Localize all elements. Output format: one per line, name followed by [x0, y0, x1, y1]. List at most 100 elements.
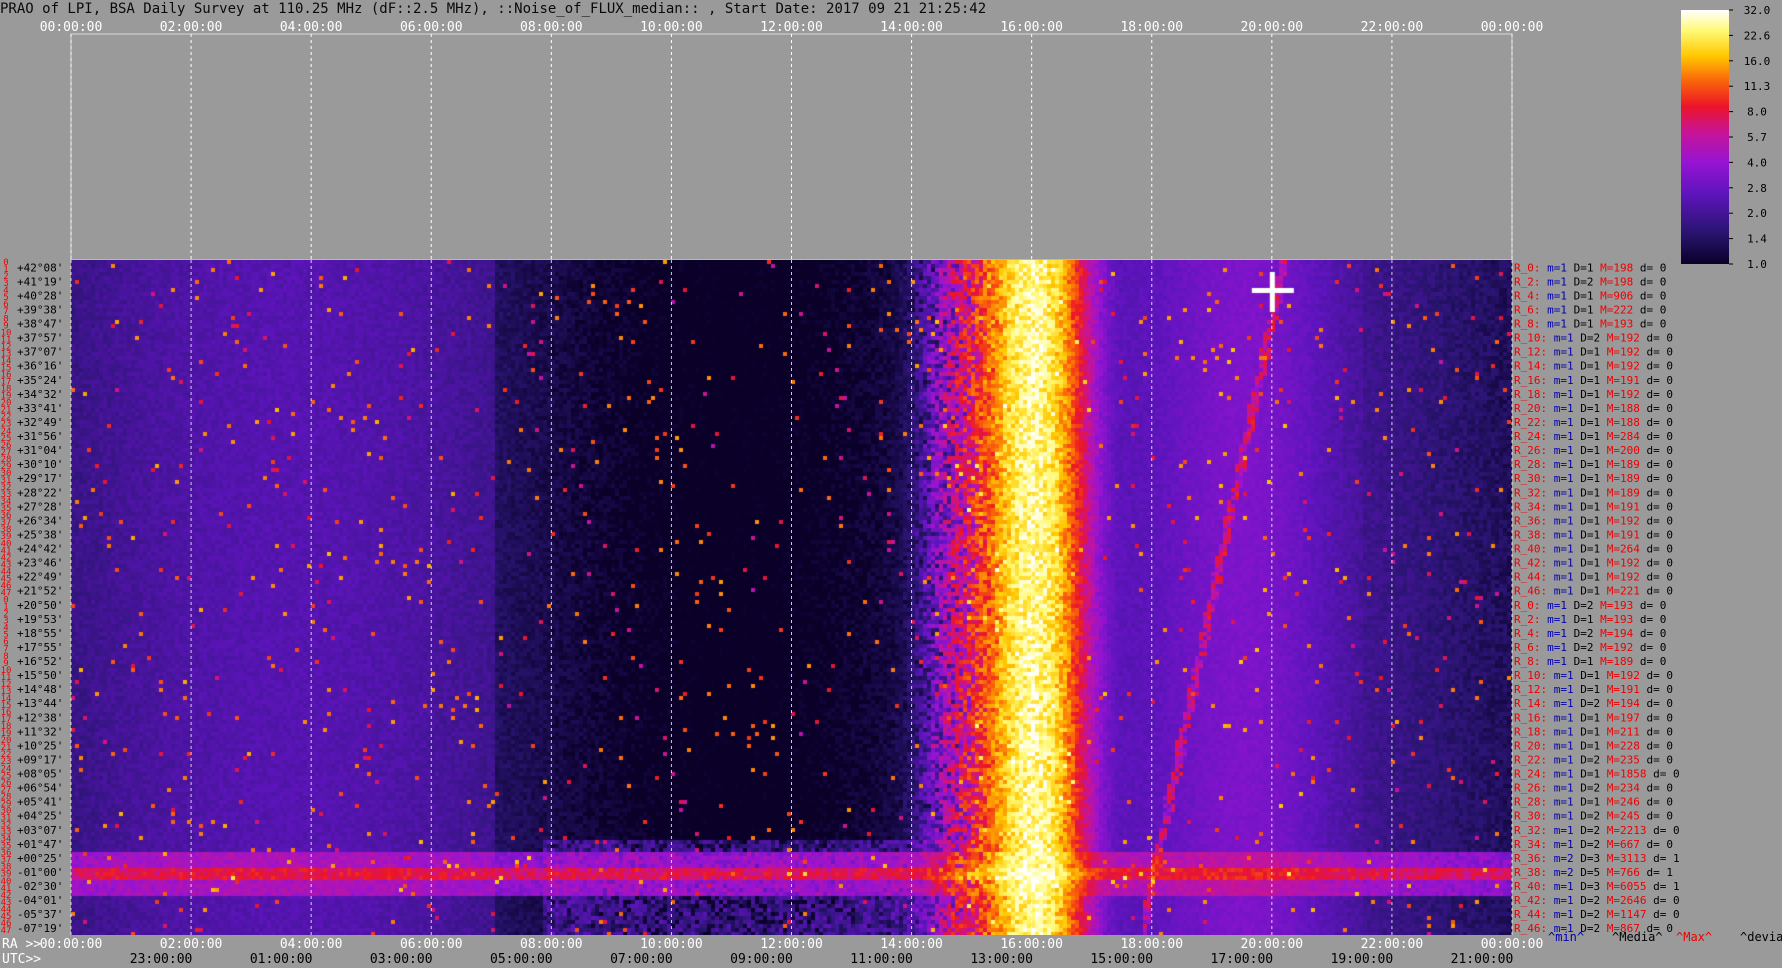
row-stat-D: D=2	[1574, 697, 1601, 710]
row-stat-r: R_28:	[1514, 458, 1547, 471]
row-stat-m: m=1	[1547, 514, 1574, 527]
row-stat-M: M=197	[1600, 711, 1640, 724]
row-stat-r: R_26:	[1514, 782, 1547, 795]
row-stat-D: D=2	[1567, 599, 1594, 612]
row-stat-D: D=1	[1567, 655, 1594, 668]
row-stat-D: D=2	[1574, 782, 1601, 795]
row-stat-D: D=3	[1574, 852, 1601, 865]
row-stat-d: d= 0	[1646, 894, 1679, 907]
row-stat-d: d= 0	[1646, 824, 1679, 837]
top-axis-tick: 00:00:00	[40, 20, 103, 35]
declination-label: +36°16'	[17, 360, 63, 373]
row-stat-M: M=192	[1600, 514, 1640, 527]
row-stat-m: m=1	[1547, 486, 1574, 499]
declination-label: +40°28'	[17, 289, 63, 302]
row-stat-r: R_16:	[1514, 374, 1547, 387]
row-stat-M: M=193	[1594, 318, 1634, 331]
row-stat-r: R_32:	[1514, 824, 1547, 837]
row-stat-m: m=1	[1547, 683, 1574, 696]
row-stat-M: M=222	[1594, 303, 1634, 316]
row-stat-D: D=1	[1574, 669, 1601, 682]
row-stat-m: m=1	[1547, 543, 1574, 556]
row-stat-r: R_36:	[1514, 852, 1547, 865]
colorbar-tick-label: 8.0	[1747, 106, 1767, 119]
row-stat: R_36: m=2 D=3 M=3113 d= 1	[1514, 852, 1680, 865]
utc-axis-tick: 01:00:00	[250, 952, 313, 967]
row-stat: R_6: m=1 D=2 M=192 d= 0	[1514, 641, 1666, 654]
row-stat-r: R_20:	[1514, 402, 1547, 415]
row-stat-d: d= 0	[1640, 486, 1673, 499]
utc-axis-tick: 15:00:00	[1090, 952, 1153, 967]
top-axis-tick: 20:00:00	[1241, 20, 1304, 35]
row-stat-m: m=1	[1547, 880, 1574, 893]
top-axis-tick: 18:00:00	[1120, 20, 1183, 35]
top-axis-tick: 02:00:00	[160, 20, 223, 35]
row-stat-m: m=1	[1547, 697, 1574, 710]
row-stat-D: D=1	[1574, 346, 1601, 359]
row-stat-m: m=1	[1547, 402, 1574, 415]
ra-axis-tick: 20:00:00	[1241, 937, 1304, 952]
utc-axis-tick: 07:00:00	[610, 952, 673, 967]
row-stat-r: R_8:	[1514, 655, 1541, 668]
row-stat: R_38: m=1 D=1 M=191 d= 0	[1514, 528, 1673, 541]
row-stat-m: m=1	[1547, 711, 1574, 724]
row-stat-m: m=1	[1547, 360, 1574, 373]
row-stat-M: M=2213	[1600, 824, 1646, 837]
declination-label: +33°41'	[17, 402, 63, 415]
row-stat-M: M=235	[1600, 753, 1640, 766]
row-stat-r: R_18:	[1514, 725, 1547, 738]
stats-legend-item: ^Max^	[1676, 930, 1712, 944]
row-stat-m: m=1	[1547, 557, 1574, 570]
row-stat-M: M=192	[1600, 332, 1640, 345]
row-stat-M: M=766	[1600, 866, 1640, 879]
row-stat-D: D=1	[1574, 768, 1601, 781]
row-stat-m: m=1	[1547, 388, 1574, 401]
colorbar-tick-label: 4.0	[1747, 156, 1767, 169]
row-stat-M: M=189	[1600, 472, 1640, 485]
row-stat-d: d= 0	[1633, 275, 1666, 288]
colorbar-tick-label: 5.7	[1747, 131, 1767, 144]
declination-label: +04°25'	[17, 810, 63, 823]
row-stat-M: M=246	[1600, 796, 1640, 809]
row-stat-D: D=1	[1567, 318, 1594, 331]
top-axis-tick: 06:00:00	[400, 20, 463, 35]
row-stat-r: R_44:	[1514, 908, 1547, 921]
colorbar-tick-label: 22.6	[1744, 29, 1771, 42]
utc-axis-tick: 03:00:00	[370, 952, 433, 967]
row-stat-M: M=189	[1594, 655, 1634, 668]
declination-label: +42°08'	[17, 261, 63, 274]
row-stat-m: m=1	[1547, 458, 1574, 471]
declination-label: -07°19'	[17, 922, 63, 935]
declination-label: +20°50'	[17, 599, 63, 612]
row-stat-m: m=1	[1547, 838, 1574, 851]
row-stat-M: M=192	[1600, 360, 1640, 373]
row-stat-d: d= 0	[1640, 543, 1673, 556]
row-stat: R_20: m=1 D=1 M=228 d= 0	[1514, 739, 1673, 752]
ra-axis-tick: 06:00:00	[400, 937, 463, 952]
row-stat: R_16: m=1 D=1 M=191 d= 0	[1514, 374, 1673, 387]
row-stat: R_12: m=1 D=1 M=191 d= 0	[1514, 683, 1673, 696]
utc-axis-tick: 21:00:00	[1451, 952, 1514, 967]
declination-label: +05°41'	[17, 796, 63, 809]
row-stat: R_28: m=1 D=1 M=189 d= 0	[1514, 458, 1673, 471]
row-stat-M: M=193	[1594, 613, 1634, 626]
declination-label: +12°38'	[17, 711, 63, 724]
row-stat-M: M=198	[1594, 275, 1634, 288]
row-stat-m: m=1	[1547, 739, 1574, 752]
row-stat-d: d= 0	[1640, 753, 1673, 766]
row-stat-D: D=1	[1574, 472, 1601, 485]
row-stat-D: D=1	[1567, 289, 1594, 302]
row-stat-D: D=1	[1567, 261, 1594, 274]
declination-label: +26°34'	[17, 514, 63, 527]
row-stat-d: d= 0	[1640, 810, 1673, 823]
row-stat-d: d= 0	[1640, 360, 1673, 373]
row-stat-d: d= 0	[1640, 557, 1673, 570]
row-stat-m: m=1	[1547, 768, 1574, 781]
row-stat-D: D=1	[1574, 486, 1601, 499]
row-stat-D: D=2	[1574, 838, 1601, 851]
row-stat-d: d= 0	[1640, 388, 1673, 401]
declination-label: +19°53'	[17, 613, 63, 626]
declination-label: +18°55'	[17, 627, 63, 640]
row-stat-m: m=1	[1541, 303, 1568, 316]
row-stat-m: m=1	[1547, 894, 1574, 907]
